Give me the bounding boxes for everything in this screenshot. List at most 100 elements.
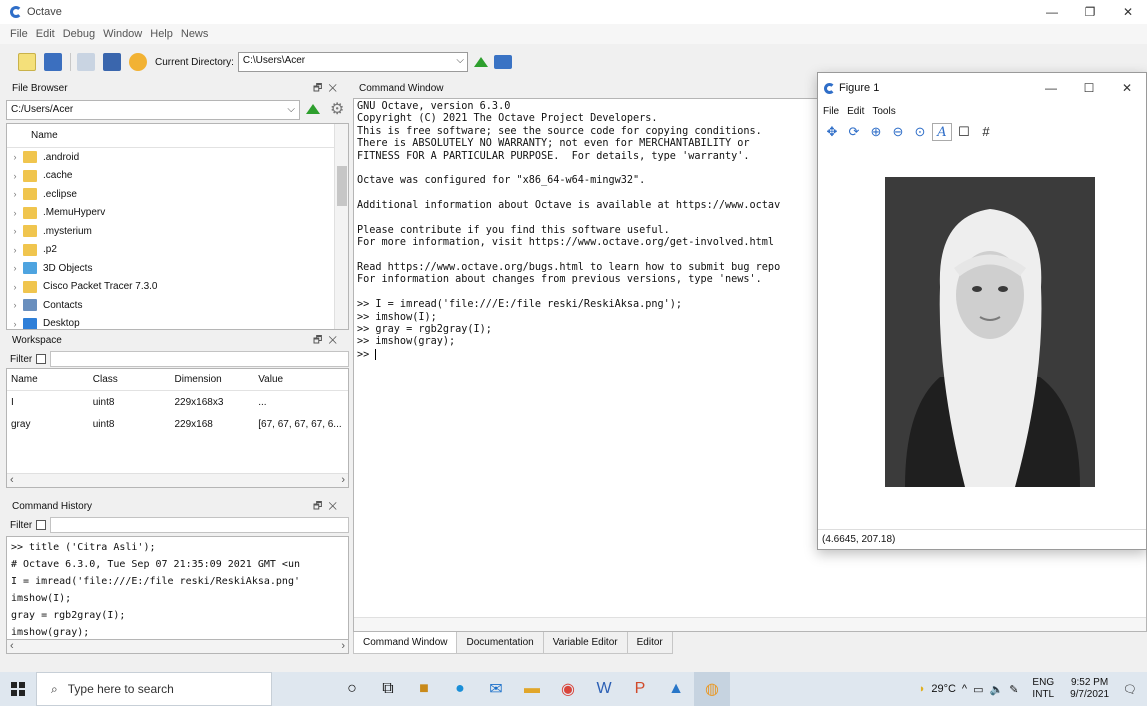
list-item[interactable]: › Contacts [7,296,348,315]
file-list-header[interactable]: Name [7,124,348,148]
restore-button[interactable]: ❐ [1071,0,1109,24]
task-view-icon[interactable]: ⧉ [370,672,406,706]
chevron-right-icon[interactable]: › [7,152,23,162]
history-entry[interactable]: I = imread('file:///E:/file reski/ReskiA… [11,573,344,590]
menu-news[interactable]: News [181,28,209,40]
file-list-scrollbar[interactable] [334,124,348,329]
filter-input[interactable] [50,517,349,533]
command-window-hscrollbar[interactable] [354,617,1146,631]
chevron-down-icon[interactable]: ⌵ [456,55,464,66]
weather-temp[interactable]: 29°C [931,683,956,695]
history-entry[interactable]: # Octave 6.3.0, Tue Sep 07 21:35:09 2021… [11,556,344,573]
new-script-icon[interactable] [18,53,36,71]
history-entry[interactable]: imshow(gray); [11,624,344,639]
chevron-right-icon[interactable]: › [7,300,23,310]
pen-icon[interactable]: ✎ [1009,683,1018,696]
list-item[interactable]: › 3D Objects [7,259,348,278]
octave-taskbar-icon[interactable]: ◍ [694,672,730,706]
tab-editor[interactable]: Editor [626,632,673,654]
tab-command-window[interactable]: Command Window [353,632,458,654]
chevron-right-icon[interactable]: › [7,282,23,292]
list-item[interactable]: › .android [7,148,348,167]
grid-toggle-icon[interactable]: # [976,123,996,141]
chevron-right-icon[interactable]: › [7,245,23,255]
parent-directory-icon[interactable] [306,104,320,114]
tab-documentation[interactable]: Documentation [456,632,544,654]
chevron-right-icon[interactable]: › [7,226,23,236]
volume-icon[interactable]: 🔈 [990,683,1004,696]
rotate-icon[interactable]: ⟳ [844,123,864,141]
chevron-down-icon[interactable]: ⌵ [287,104,295,115]
history-entry[interactable]: gray = rgb2gray(I); [11,607,344,624]
scroll-right-icon[interactable]: › [341,474,345,486]
close-button[interactable]: ✕ [1109,0,1147,24]
menu-help[interactable]: Help [150,28,173,40]
panel-controls[interactable]: 🗗✕ [313,80,343,98]
table-row[interactable]: gray uint8 229x168 [67, 67, 67, 67, 6... [7,413,348,435]
scroll-left-icon[interactable]: ‹ [10,474,14,486]
current-directory-input[interactable]: C:\Users\Acer ⌵ [237,52,468,72]
gear-icon[interactable]: ⚙ [330,99,344,119]
undo-icon[interactable] [129,53,147,71]
list-item[interactable]: › .cache [7,167,348,186]
store-icon[interactable]: ■ [406,672,442,706]
cortana-icon[interactable]: ○ [334,672,370,706]
list-item[interactable]: › Cisco Packet Tracer 7.3.0 [7,278,348,297]
language-indicator[interactable]: ENG INTL [1032,677,1054,701]
edge-icon[interactable]: ● [442,672,478,706]
parent-directory-icon[interactable] [473,57,488,67]
word-icon[interactable]: W [586,672,622,706]
chrome-icon[interactable]: ◉ [550,672,586,706]
workspace-hscrollbar[interactable]: ‹ › [7,473,348,487]
mail-icon[interactable]: ✉ [478,672,514,706]
column-header-name[interactable]: Name [7,374,93,385]
menu-file[interactable]: File [10,28,28,40]
list-item[interactable]: › .MemuHyperv [7,204,348,223]
chevron-right-icon[interactable]: › [7,319,23,329]
scroll-right-icon[interactable]: › [341,640,345,652]
list-item[interactable]: › Desktop [7,315,348,329]
file-browser-path-input[interactable]: C:/Users/Acer ⌵ [6,100,300,120]
taskbar-search-box[interactable]: ⌕ Type here to search [36,672,272,706]
chevron-right-icon[interactable]: › [7,208,23,218]
figure-menu-file[interactable]: File [823,106,839,117]
panel-controls[interactable]: 🗗✕ [313,498,343,516]
figure-menu-tools[interactable]: Tools [872,106,895,117]
list-item[interactable]: › .p2 [7,241,348,260]
figure-close-button[interactable]: ✕ [1108,73,1146,103]
file-explorer-icon[interactable]: ▬ [514,672,550,706]
figure-maximize-button[interactable]: ☐ [1070,73,1108,103]
scrollbar-thumb[interactable] [337,166,347,206]
chevron-right-icon[interactable]: › [7,171,23,181]
pan-icon[interactable]: ✥ [822,123,842,141]
minimize-button[interactable]: — [1033,0,1071,24]
chevron-up-icon[interactable]: ^ [962,683,967,695]
column-header-value[interactable]: Value [258,374,348,385]
history-entry[interactable]: >> title ('Citra Asli'); [11,539,344,556]
list-item[interactable]: › .eclipse [7,185,348,204]
column-header-dimension[interactable]: Dimension [175,374,259,385]
history-hscrollbar[interactable]: ‹ › [6,640,349,654]
table-row[interactable]: I uint8 229x168x3 ... [7,391,348,413]
menu-debug[interactable]: Debug [63,28,95,40]
browse-folder-icon[interactable] [493,55,512,69]
figure-canvas[interactable] [818,147,1146,531]
zoom-reset-icon[interactable]: ⊙ [910,123,930,141]
filter-checkbox[interactable] [36,354,47,364]
chevron-right-icon[interactable]: › [7,263,23,273]
panel-controls[interactable]: 🗗✕ [313,332,343,350]
filter-checkbox[interactable] [36,520,47,530]
figure-minimize-button[interactable]: — [1032,73,1070,103]
photos-icon[interactable]: ▲ [658,672,694,706]
box-toggle-icon[interactable]: ☐ [954,123,974,141]
menu-window[interactable]: Window [103,28,142,40]
filter-input[interactable] [50,351,349,367]
text-tool-icon[interactable]: A [932,123,952,141]
open-file-icon[interactable] [44,53,62,71]
figure-menu-edit[interactable]: Edit [847,106,864,117]
list-item[interactable]: › .mysterium [7,222,348,241]
chevron-right-icon[interactable]: › [7,189,23,199]
copy-icon[interactable] [77,53,95,71]
zoom-in-icon[interactable]: ⊕ [866,123,886,141]
column-header-class[interactable]: Class [93,374,175,385]
